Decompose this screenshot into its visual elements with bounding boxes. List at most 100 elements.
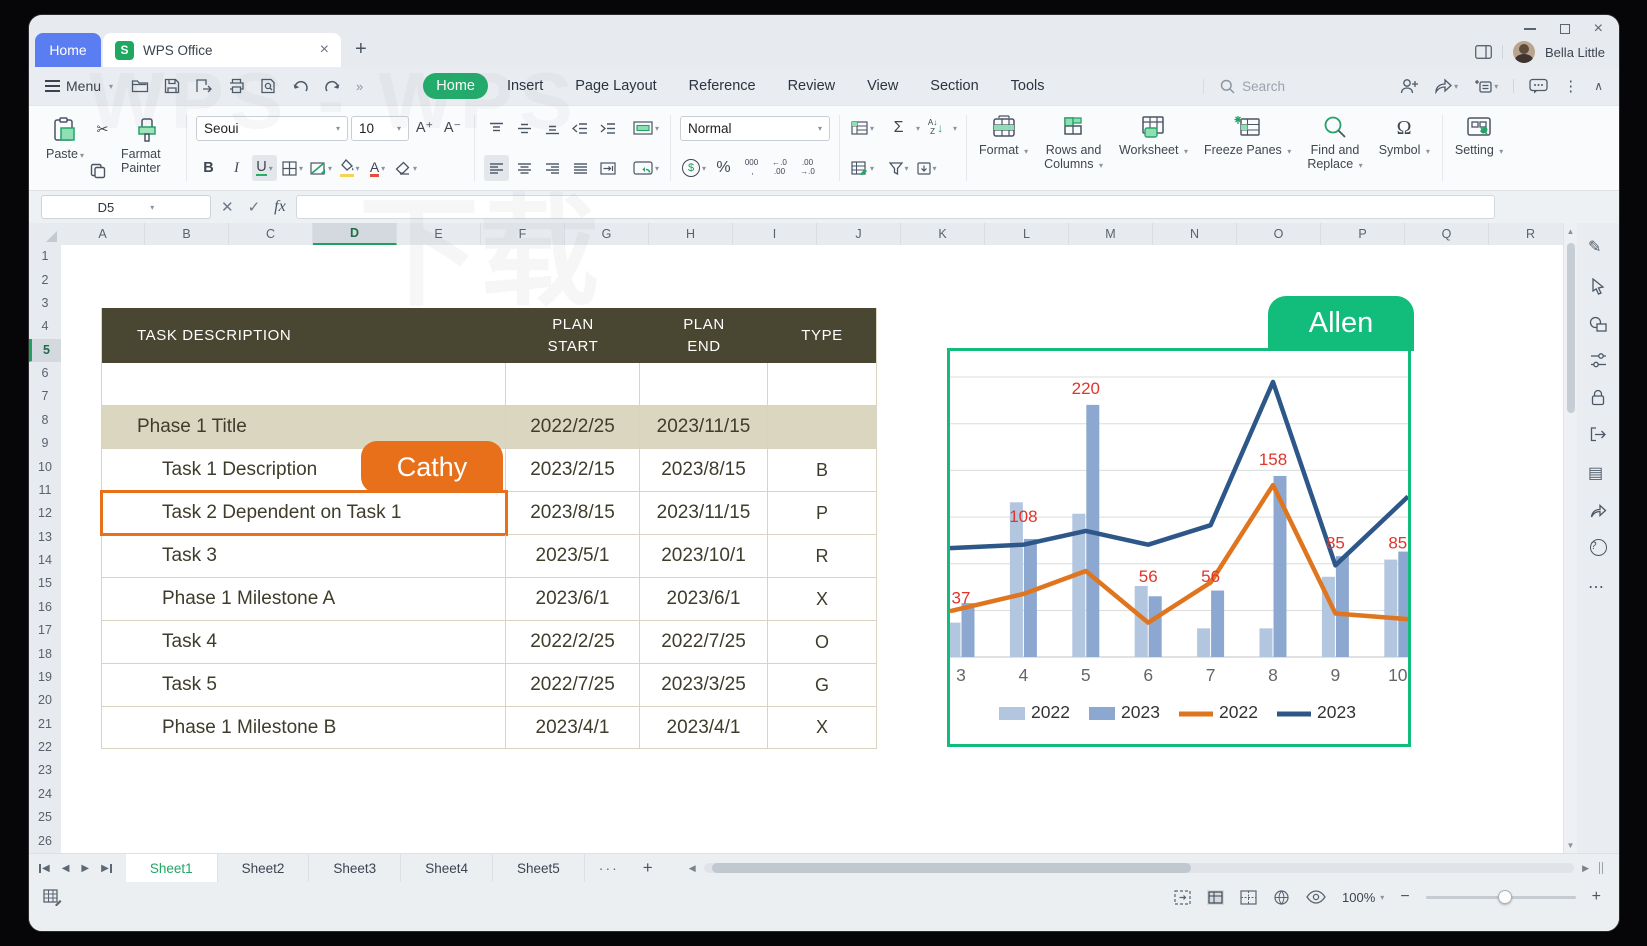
sheet-tab-sheet2[interactable]: Sheet2 (218, 854, 310, 883)
row-header-26[interactable]: 26 (29, 829, 61, 852)
increase-decimal-button[interactable]: .00 →.0 (795, 155, 820, 181)
shading-button[interactable]: ▾ (308, 155, 334, 181)
bar-2023-cat9[interactable] (1336, 556, 1349, 657)
fill-down-button[interactable]: ▾ (914, 155, 939, 181)
card-panel-icon[interactable]: ▤ (1588, 463, 1608, 483)
find-and-replace-button[interactable]: Find and Replace ▾ (1299, 111, 1370, 185)
column-header-p[interactable]: P (1321, 223, 1405, 245)
borders-button[interactable]: ▾ (280, 155, 305, 181)
column-header-r[interactable]: R (1489, 223, 1563, 245)
task-cell-type[interactable]: P (768, 492, 876, 534)
share-arrow-icon[interactable] (1590, 504, 1607, 518)
task-cell-start[interactable]: 2022/2/25 (506, 621, 640, 663)
new-tab-button[interactable]: + (355, 39, 367, 59)
task-cell-end[interactable]: 2022/7/25 (640, 621, 768, 663)
normal-view-icon[interactable] (1207, 890, 1224, 905)
column-header-h[interactable]: H (649, 223, 733, 245)
task-cell-start[interactable]: 2023/6/1 (506, 578, 640, 620)
column-header-l[interactable]: L (985, 223, 1069, 245)
paste-button[interactable]: Paste▾ (42, 113, 88, 183)
conditional-format-button[interactable]: ▾ (849, 155, 876, 181)
maximize-button[interactable] (1560, 24, 1570, 34)
cancel-entry-icon[interactable]: ✕ (221, 198, 234, 216)
italic-button[interactable]: I (224, 155, 249, 181)
last-sheet-button[interactable]: ▶ (101, 863, 112, 874)
task-cell-desc[interactable]: Task 3 (102, 535, 506, 577)
task-cell-end[interactable]: 2023/3/25 (640, 664, 768, 706)
autosum-button[interactable]: Σ (886, 115, 911, 141)
justify-button[interactable] (568, 155, 593, 181)
tab-insert[interactable]: Insert (494, 73, 556, 99)
increase-indent-button[interactable] (596, 115, 621, 141)
fill-color-button[interactable]: ▾ (337, 155, 362, 181)
horizontal-scroll-thumb[interactable] (712, 863, 1191, 873)
avatar[interactable] (1513, 41, 1535, 63)
bar-2023-cat4[interactable] (1024, 539, 1037, 657)
currency-format-button[interactable]: $▾ (680, 155, 708, 181)
row-header-3[interactable]: 3 (29, 292, 61, 315)
table-style-button[interactable]: ▾ (849, 115, 876, 141)
align-left-button[interactable] (484, 155, 509, 181)
task-cell-desc[interactable]: Phase 1 Milestone A (102, 578, 506, 620)
confirm-entry-icon[interactable]: ✓ (248, 198, 261, 216)
row-header-17[interactable]: 17 (29, 619, 61, 642)
shapes-icon[interactable] (1589, 316, 1607, 332)
task-cell-start[interactable]: 2023/8/15 (506, 492, 640, 534)
row-header-24[interactable]: 24 (29, 783, 61, 806)
increase-font-button[interactable]: A⁺ (412, 115, 437, 141)
row-header-7[interactable]: 7 (29, 385, 61, 408)
browser-home-tab[interactable]: Home (35, 33, 101, 67)
cell-name-box[interactable]: D5 ▾ (41, 195, 211, 219)
bar-2022-cat10[interactable] (1384, 560, 1397, 657)
sheet-tab-sheet5[interactable]: Sheet5 (493, 854, 585, 883)
add-sheet-button[interactable]: + (633, 858, 663, 878)
tab-home[interactable]: Home (423, 73, 488, 99)
export-panel-icon[interactable] (1590, 427, 1607, 442)
align-bottom-button[interactable] (540, 115, 565, 141)
setting-button[interactable]: Setting ▾ (1447, 111, 1511, 185)
first-sheet-button[interactable]: ◀ (39, 863, 50, 874)
row-header-2[interactable]: 2 (29, 268, 61, 291)
task-cell-type[interactable]: G (768, 664, 876, 706)
tab-reference[interactable]: Reference (676, 73, 769, 99)
vertical-scrollbar[interactable]: ▲ ▼ (1563, 223, 1577, 853)
print-icon[interactable] (228, 78, 245, 94)
share-button[interactable]: ▾ (1434, 78, 1458, 94)
task-cell-end[interactable]: 2023/8/15 (640, 449, 768, 491)
task-cell-type[interactable]: R (768, 535, 876, 577)
open-file-icon[interactable] (131, 78, 149, 94)
row-header-5[interactable]: 5 (29, 339, 61, 362)
row-header-19[interactable]: 19 (29, 666, 61, 689)
menu-button[interactable]: Menu ▾ (45, 77, 113, 95)
lock-icon[interactable] (1591, 389, 1605, 406)
scrollbar-splitter[interactable] (1599, 862, 1603, 874)
task-cell-end[interactable]: 2023/6/1 (640, 578, 768, 620)
minimize-button[interactable] (1524, 28, 1536, 30)
task-cell-start[interactable] (506, 363, 640, 405)
legend-swatch-2022[interactable] (999, 707, 1025, 720)
eye-protection-icon[interactable] (1306, 890, 1326, 904)
task-cell-start[interactable]: 2023/2/15 (506, 449, 640, 491)
scroll-down-icon[interactable]: ▼ (1567, 837, 1575, 853)
format-painter-button[interactable]: Farmat Painter (117, 113, 177, 183)
row-header-25[interactable]: 25 (29, 806, 61, 829)
decrease-indent-button[interactable] (568, 115, 593, 141)
bar-2022-cat8[interactable] (1260, 628, 1273, 657)
column-header-g[interactable]: G (565, 223, 649, 245)
wrap-text-button[interactable] (596, 155, 621, 181)
row-header-18[interactable]: 18 (29, 642, 61, 665)
symbol-button[interactable]: ΩSymbol ▾ (1371, 111, 1438, 185)
task-cell-type[interactable] (768, 363, 876, 405)
column-header-m[interactable]: M (1069, 223, 1153, 245)
select-cursor-icon[interactable] (1591, 278, 1606, 295)
task-cell-type[interactable] (768, 406, 876, 448)
task-cell-type[interactable]: B (768, 449, 876, 491)
edit-pencil-icon[interactable]: ✎ (1588, 237, 1608, 257)
zoom-slider[interactable] (1426, 896, 1576, 899)
row-header-6[interactable]: 6 (29, 362, 61, 385)
zoom-in-button[interactable]: + (1592, 889, 1601, 905)
task-cell-start[interactable]: 2023/4/1 (506, 707, 640, 748)
row-header-21[interactable]: 21 (29, 713, 61, 736)
column-header-b[interactable]: B (145, 223, 229, 245)
font-color-button[interactable]: A▾ (365, 155, 390, 181)
